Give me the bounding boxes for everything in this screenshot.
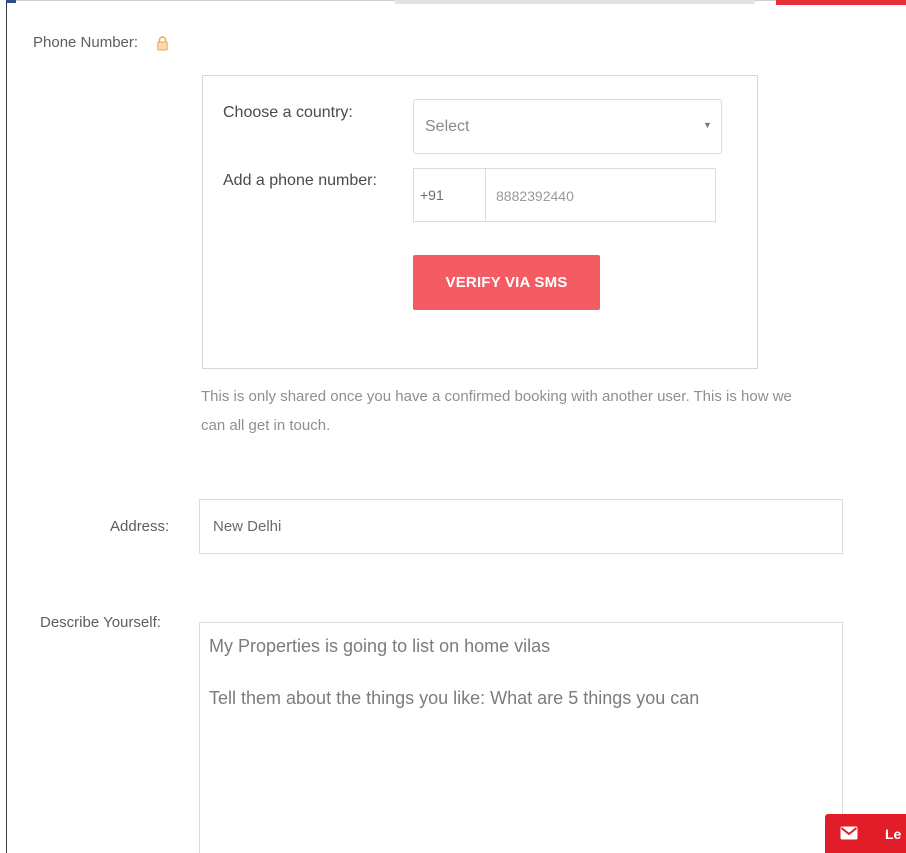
phone-help-text: This is only shared once you have a conf… (201, 382, 906, 440)
country-code-value: +91 (420, 187, 444, 203)
describe-text-line-1: My Properties is going to list on home v… (209, 636, 551, 656)
country-select-value: Select (425, 118, 470, 135)
phone-help-line-2: can all get in touch. (201, 417, 331, 434)
address-input[interactable] (199, 499, 843, 554)
leave-message-widget[interactable]: Le (825, 814, 906, 853)
describe-yourself-label: Describe Yourself: (40, 614, 161, 631)
lock-icon (157, 36, 168, 51)
phone-number-label: Phone Number: (33, 34, 139, 51)
describe-text-line-2: Tell them about the things you like: Wha… (209, 688, 700, 708)
mail-icon (840, 826, 858, 840)
address-value: New Delhi (213, 518, 282, 535)
leave-message-label: Le (885, 826, 902, 842)
add-phone-label: Add a phone number: (223, 172, 377, 189)
address-label: Address: (110, 518, 170, 535)
chevron-down-icon: ▼ (703, 120, 712, 130)
top-accent-bar (776, 0, 906, 5)
top-banner-remnant (395, 0, 755, 4)
left-border (6, 0, 7, 853)
corner-mark (6, 0, 16, 3)
choose-country-label: Choose a country: (223, 104, 353, 121)
verify-via-sms-button[interactable]: VERIFY VIA SMS (413, 255, 600, 310)
phone-help-line-1: This is only shared once you have a conf… (201, 388, 792, 405)
phone-number-value: 8882392440 (496, 188, 574, 204)
